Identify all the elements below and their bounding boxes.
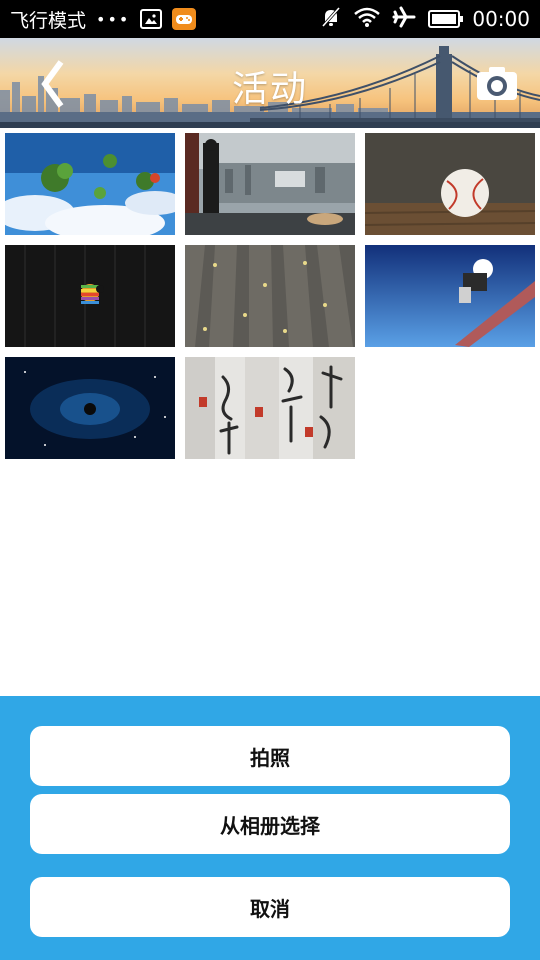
photo-thumbnail-5[interactable] [185,245,355,347]
camera-icon [477,67,517,100]
photo-thumbnail-8[interactable] [185,357,355,459]
status-bar: 飞行模式 ••• 00:00 [0,0,540,38]
photo-thumbnail-4[interactable] [5,245,175,347]
airplane-mode-label: 飞行模式 [10,9,87,32]
page-title: 活动 [231,69,308,110]
photo-thumbnail-6[interactable] [365,245,535,347]
clock-time: 00:00 [472,7,530,31]
wifi-icon [354,7,381,32]
mute-bell-icon [320,6,342,33]
airplane-icon [392,6,416,33]
action-sheet: 拍照 从相册选择 取消 [0,696,540,960]
photo-thumbnail-1[interactable] [5,133,175,235]
more-notifications-dots: ••• [96,9,131,29]
status-right: 00:00 [320,6,530,33]
status-left: 飞行模式 ••• [10,6,197,33]
take-photo-button[interactable]: 拍照 [30,726,510,786]
photo-thumbnail-2[interactable] [185,133,355,235]
image-icon [140,9,163,29]
photo-thumbnail-7[interactable] [5,357,175,459]
cancel-button[interactable]: 取消 [30,877,510,937]
header-bar: 活动 [0,38,540,128]
game-icon [172,8,197,30]
camera-button[interactable] [475,66,519,102]
photo-thumbnail-3[interactable] [365,133,535,235]
battery-icon [428,10,464,28]
choose-from-album-button[interactable]: 从相册选择 [30,794,510,854]
